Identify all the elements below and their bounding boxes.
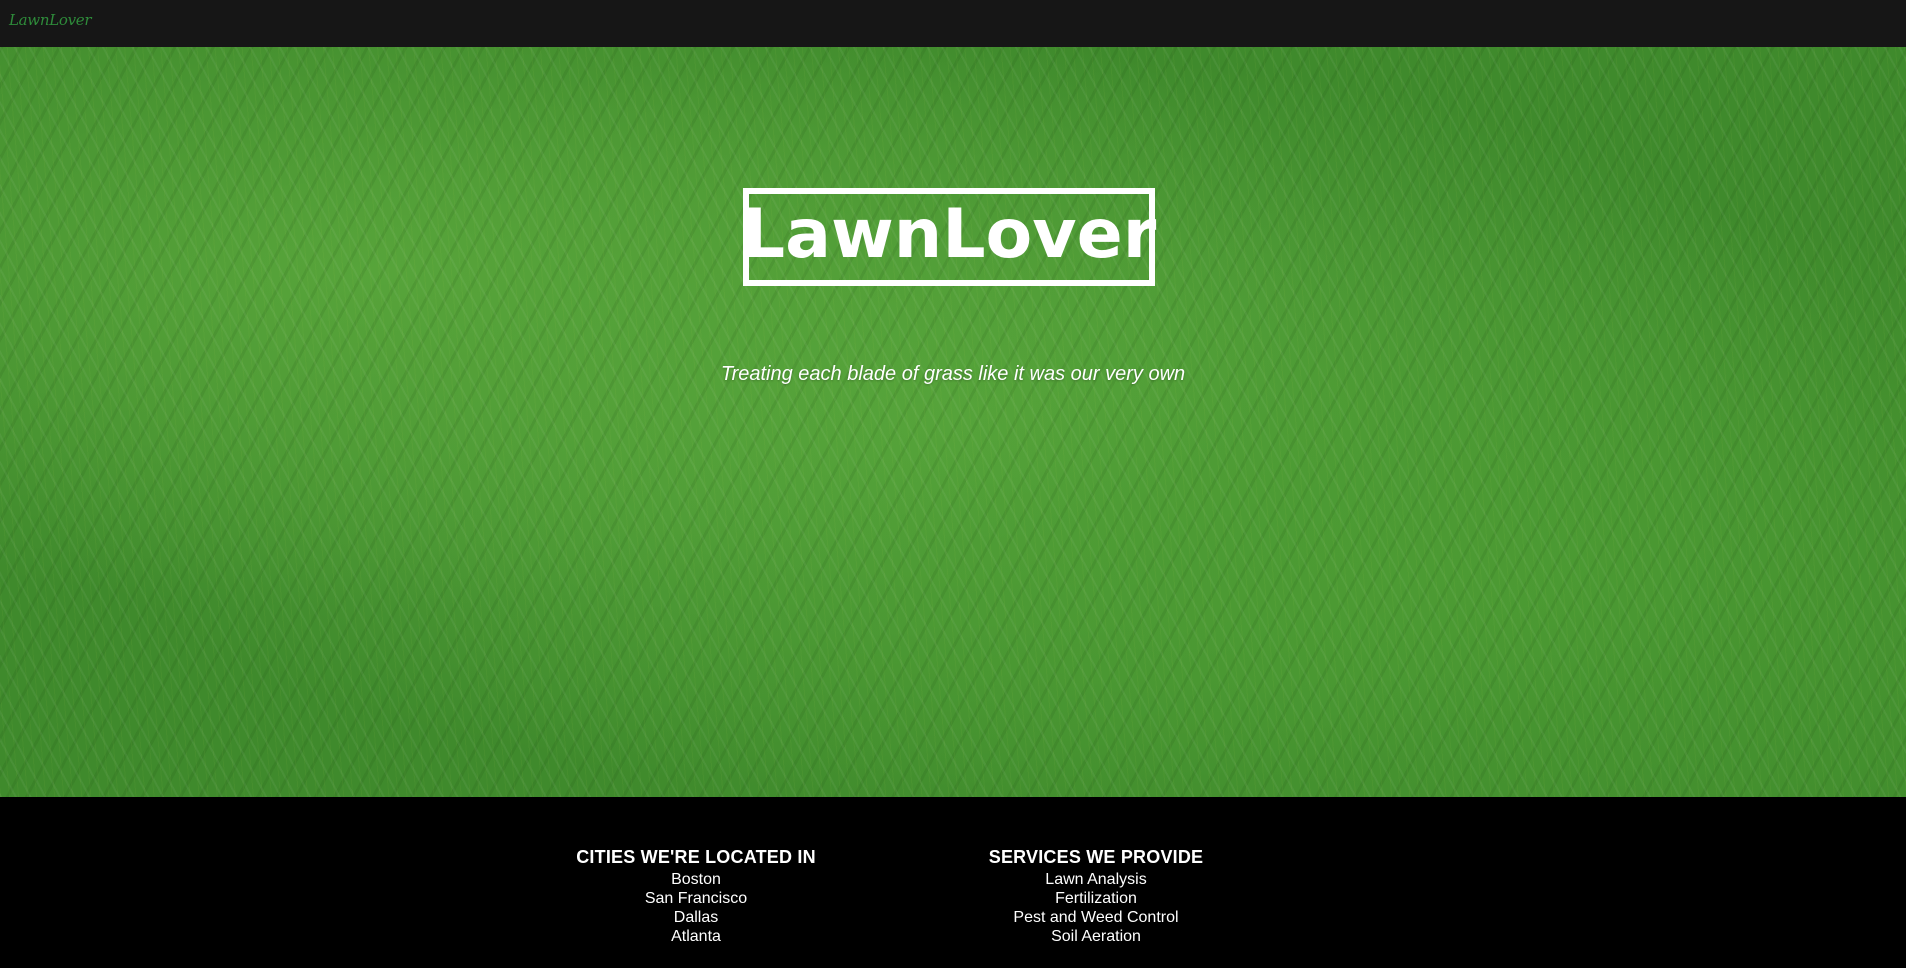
hero-logo-box: LawnLover	[741, 188, 1157, 286]
cities-column: CITIES WE'RE LOCATED IN Boston San Franc…	[536, 847, 856, 946]
hero-banner: LawnLover Treating each blade of grass l…	[0, 47, 1906, 797]
top-navbar: LawnLover	[0, 0, 1906, 47]
cities-list: Boston San Francisco Dallas Atlanta	[536, 870, 856, 946]
footer: CITIES WE'RE LOCATED IN Boston San Franc…	[0, 797, 1906, 968]
cities-heading: CITIES WE'RE LOCATED IN	[576, 847, 816, 867]
service-item: Fertilization	[1055, 890, 1137, 907]
city-item: San Francisco	[644, 890, 748, 907]
services-list: Lawn Analysis Fertilization Pest and Wee…	[936, 870, 1256, 946]
service-item: Pest and Weed Control	[1013, 909, 1179, 926]
services-heading: SERVICES WE PROVIDE	[988, 847, 1204, 867]
services-column: SERVICES WE PROVIDE Lawn Analysis Fertil…	[936, 847, 1256, 946]
service-item: Lawn Analysis	[1045, 871, 1147, 888]
hero-tagline: Treating each blade of grass like it was…	[720, 363, 1186, 385]
hero-logo-text: LawnLover	[741, 195, 1157, 274]
city-item: Dallas	[673, 909, 719, 926]
brand-logo-link[interactable]: LawnLover	[9, 11, 92, 29]
city-item: Boston	[671, 871, 721, 888]
service-item: Soil Aeration	[1051, 928, 1141, 945]
city-item: Atlanta	[671, 928, 721, 945]
